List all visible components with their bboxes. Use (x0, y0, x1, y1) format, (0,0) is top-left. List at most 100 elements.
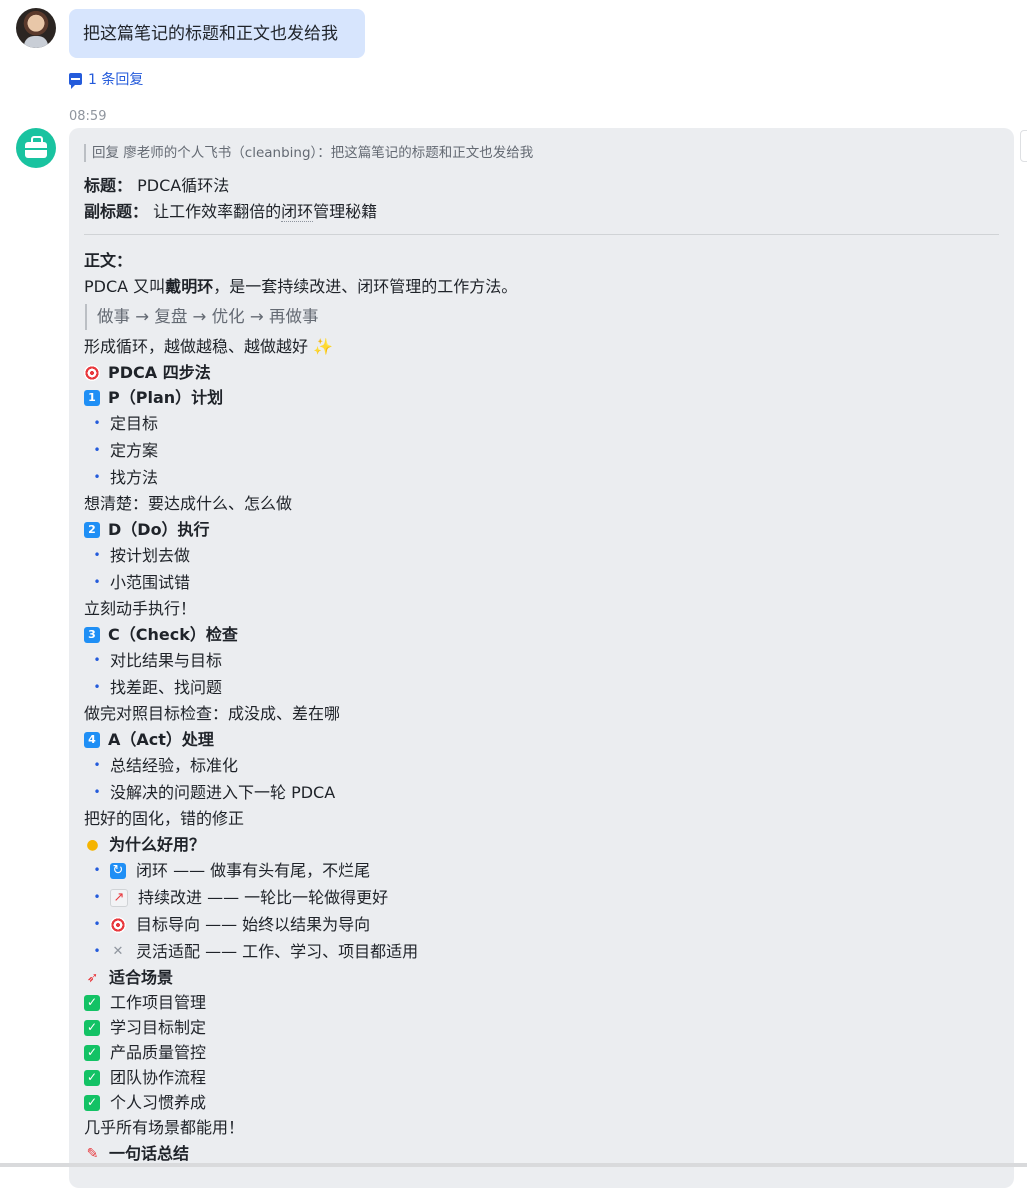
bullet-dot: • (93, 575, 101, 589)
bullet-dot: • (93, 653, 101, 667)
list-item: • ↻ 闭环 —— 做事有头有尾，不烂尾 (84, 857, 999, 884)
bullet-dot: • (93, 470, 101, 484)
list-item: • 找方法 (84, 464, 999, 491)
list-item-text: 总结经验，标准化 (110, 756, 239, 775)
why-heading: ● 为什么好用？ (84, 832, 999, 857)
scenes-heading: ➶ 适合场景 (84, 965, 999, 990)
divider (84, 234, 999, 235)
list-item: • ✕ 灵活适配 —— 工作、学习、项目都适用 (84, 938, 999, 965)
step-heading: 2 D（Do）执行 (84, 517, 999, 542)
side-action-button[interactable] (1020, 130, 1027, 162)
list-item-text: 按计划去做 (110, 546, 191, 565)
bullet-dot: • (93, 890, 101, 904)
intro-post: ，是一套持续改进、闭环管理的工作方法。 (213, 277, 518, 296)
body-label: 正文： (84, 251, 133, 270)
window-bottom-edge (0, 1163, 1027, 1167)
subtitle-value-dotted: 闭环 (281, 202, 314, 222)
step-heading: 3 C（Check）检查 (84, 622, 999, 647)
user-avatar[interactable] (16, 8, 56, 48)
intro-line: PDCA 又叫戴明环，是一套持续改进、闭环管理的工作方法。 (84, 274, 999, 300)
list-item-text: 持续改进 —— 一轮比一轮做得更好 (138, 888, 389, 907)
checkmark-icon: ✓ (84, 1069, 100, 1086)
list-item: • ↗ 持续改进 —— 一轮比一轮做得更好 (84, 884, 999, 911)
step-note: 立刻动手执行！ (84, 599, 197, 618)
checkmark-icon: ✓ (84, 1044, 100, 1061)
bullet-dot: • (93, 917, 101, 931)
list-item: • 目标导向 —— 始终以结果为导向 (84, 911, 999, 938)
checkmark-icon: ✓ (84, 1019, 100, 1036)
list-item: ✓ 团队协作流程 (84, 1065, 999, 1090)
intro-pre: PDCA 又叫 (84, 277, 166, 296)
list-item: • 小范围试错 (84, 569, 999, 596)
number-2-icon: 2 (84, 521, 100, 538)
subtitle-line: 副标题： 让工作效率翻倍的闭环管理秘籍 (84, 199, 999, 225)
list-item: • 没解决的问题进入下一轮 PDCA (84, 779, 999, 806)
list-item-text: 没解决的问题进入下一轮 PDCA (110, 783, 336, 802)
step-note: 想清楚：要达成什么、怎么做 (84, 494, 293, 513)
list-item-text: 小范围试错 (110, 573, 191, 592)
step-heading: 1 P（Plan）计划 (84, 385, 999, 410)
bullet-dot: • (93, 863, 101, 877)
scenes-note: 几乎所有场景都能用！ (84, 1118, 245, 1137)
refresh-icon: ↻ (110, 862, 126, 879)
lightbulb-icon: ● (86, 836, 99, 853)
bullet-dot: • (93, 785, 101, 799)
avatar-shirt (24, 36, 48, 48)
reply-quote[interactable]: 回复 廖老师的个人飞书（cleanbing）：把这篇笔记的标题和正文也发给我 (84, 144, 999, 162)
list-item-text: 学习目标制定 (110, 1018, 207, 1037)
list-item-text: 灵活适配 —— 工作、学习、项目都适用 (136, 942, 419, 961)
list-item-text: 产品质量管控 (110, 1043, 207, 1062)
bullet-dot: • (93, 680, 101, 694)
list-item-text: 定方案 (110, 441, 159, 460)
list-item-text: 个人习惯养成 (110, 1093, 207, 1112)
list-item-text: 工作项目管理 (110, 993, 207, 1012)
list-item-text: 闭环 —— 做事有头有尾，不烂尾 (136, 861, 371, 880)
memo-icon: ✎ (86, 1145, 99, 1162)
title-line: 标题： PDCA循环法 (84, 173, 999, 199)
title-value: PDCA循环法 (137, 176, 230, 195)
bullet-dot: • (93, 944, 101, 958)
bullet-dot: • (93, 416, 101, 430)
bot-avatar[interactable] (16, 128, 56, 168)
reply-count-label[interactable]: 1 条回复 (88, 69, 143, 89)
comment-icon (69, 73, 82, 89)
subtitle-value-pre: 让工作效率翻倍的 (153, 202, 282, 221)
list-item-text: 找方法 (110, 468, 159, 487)
step-title: A（Act）处理 (108, 730, 214, 749)
briefcase-icon (25, 136, 47, 158)
reply-count-link[interactable]: 1 条回复 (69, 69, 143, 89)
subtitle-label: 副标题： (84, 202, 149, 221)
chart-up-icon: ↗ (110, 888, 128, 907)
list-item: • 定目标 (84, 410, 999, 437)
list-item: ✓ 工作项目管理 (84, 990, 999, 1015)
checkmark-icon: ✓ (84, 994, 100, 1011)
list-item-text: 目标导向 —— 始终以结果为导向 (136, 915, 371, 934)
list-item: • 按计划去做 (84, 542, 999, 569)
wrench-icon: ✕ (112, 944, 124, 959)
title-label: 标题： (84, 176, 133, 195)
four-steps-heading-text: PDCA 四步法 (108, 363, 211, 382)
list-item-text: 团队协作流程 (110, 1068, 207, 1087)
list-item: • 找差距、找问题 (84, 674, 999, 701)
bot-message-bubble: 回复 廖老师的个人飞书（cleanbing）：把这篇笔记的标题和正文也发给我 标… (69, 128, 1014, 1188)
user-message-bubble: 把这篇笔记的标题和正文也发给我 (69, 9, 365, 58)
list-item-text: 定目标 (110, 414, 159, 433)
list-item: • 对比结果与目标 (84, 647, 999, 674)
scenes-heading-text: 适合场景 (109, 968, 174, 987)
list-item-text: 对比结果与目标 (110, 651, 223, 670)
target-icon (110, 916, 126, 933)
number-3-icon: 3 (84, 626, 100, 643)
list-item: ✓ 个人习惯养成 (84, 1090, 999, 1115)
list-item: ✓ 产品质量管控 (84, 1040, 999, 1065)
bullet-dot: • (93, 443, 101, 457)
loop-line: 形成循环，越做越稳、越做越好 ✨ (84, 337, 334, 356)
number-1-icon: 1 (84, 389, 100, 406)
step-title: D（Do）执行 (108, 520, 210, 539)
rocket-icon: ➶ (86, 969, 99, 986)
target-icon (84, 364, 100, 381)
step-heading: 4 A（Act）处理 (84, 727, 999, 752)
four-steps-heading: PDCA 四步法 (84, 360, 999, 385)
bullet-dot: • (93, 548, 101, 562)
why-heading-text: 为什么好用？ (109, 835, 206, 854)
list-item: ✓ 学习目标制定 (84, 1015, 999, 1040)
